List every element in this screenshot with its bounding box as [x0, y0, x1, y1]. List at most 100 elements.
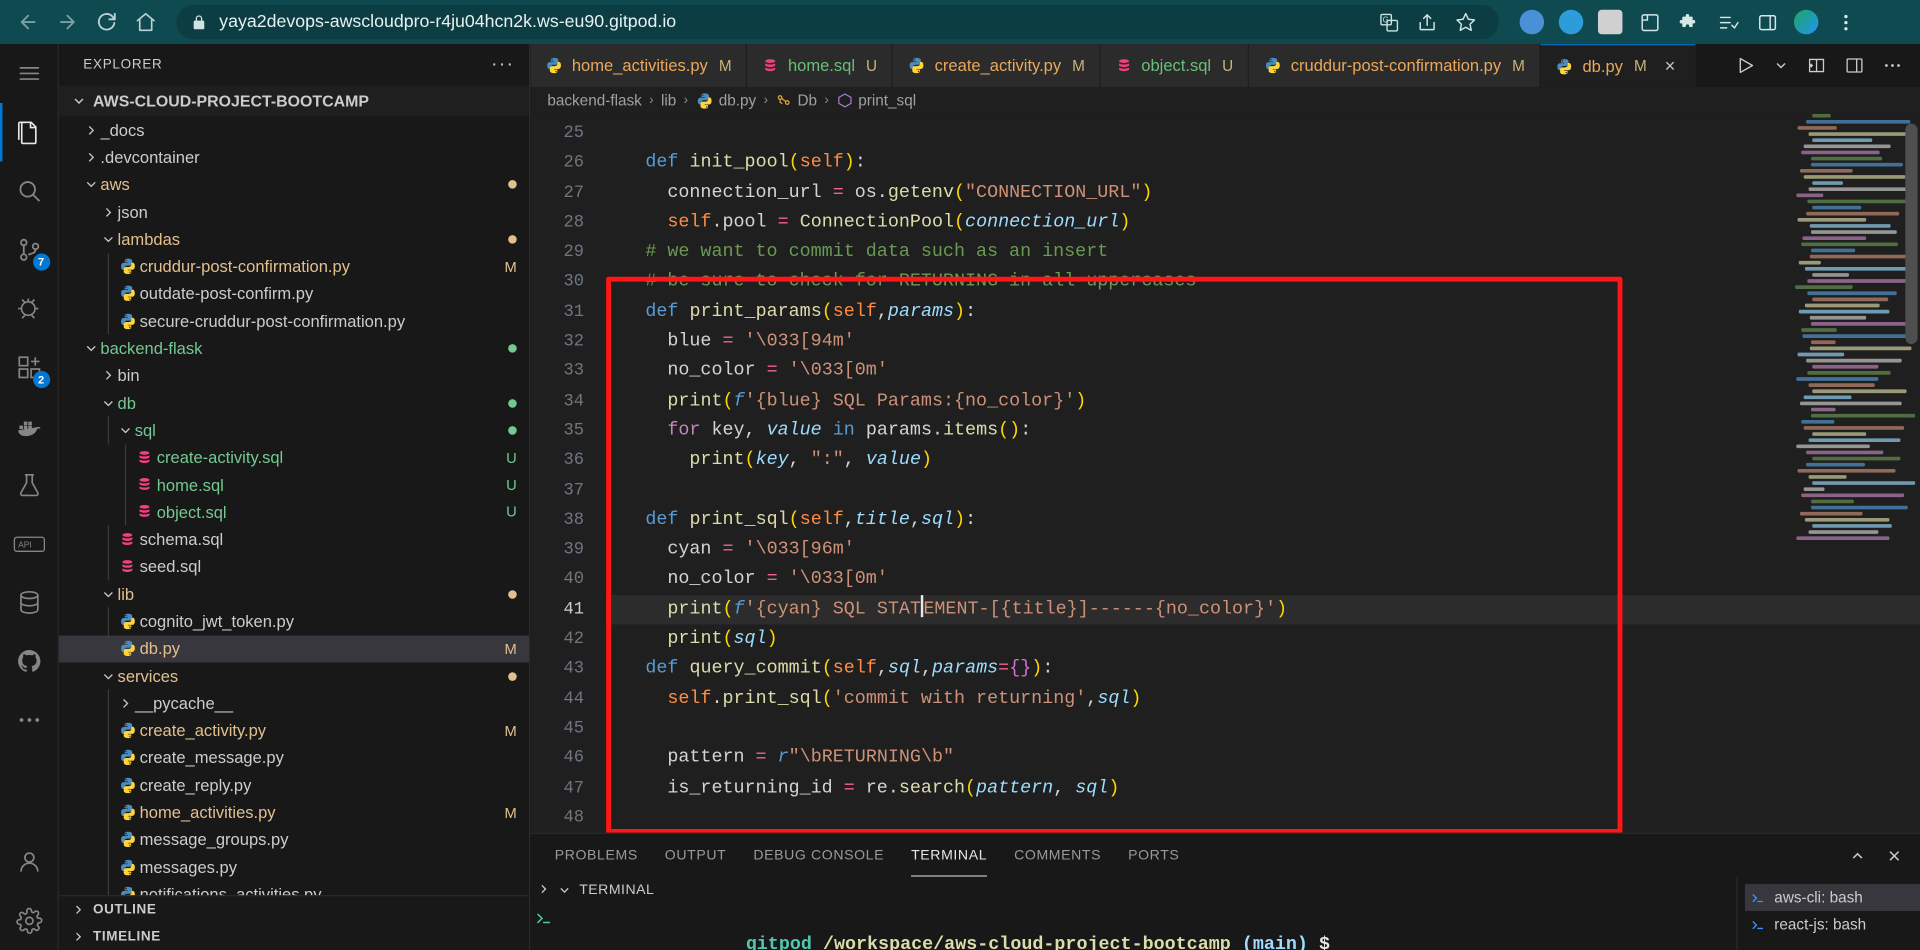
editor-tab[interactable]: db.py M ×	[1540, 44, 1696, 87]
tree-file-row[interactable]: outdate-post-confirm.py	[59, 280, 529, 308]
tree-folder-row[interactable]: db	[59, 389, 529, 416]
breadcrumb-item[interactable]: backend-flask	[547, 92, 641, 109]
code-line[interactable]: print(f'{cyan} SQL STAT EMENT-[{title}]--…	[606, 594, 1920, 625]
address-bar[interactable]: yaya2devops-awscloudpro-r4ju04hcn2k.ws-e…	[176, 4, 1499, 40]
code-line[interactable]: def print_sql(self,title,sql):	[606, 506, 1920, 536]
browser-home-button[interactable]	[127, 4, 164, 41]
activity-item-menu[interactable]	[0, 44, 58, 103]
tree-file-row[interactable]: create-activity.sql U	[59, 443, 529, 472]
chevron-down-icon[interactable]	[557, 883, 572, 898]
code-line[interactable]: print(key, ":", value)	[606, 446, 1920, 476]
breadcrumb-item[interactable]: lib	[661, 92, 676, 109]
tree-file-row[interactable]: seed.sql	[59, 553, 529, 581]
more-actions-icon[interactable]	[1882, 55, 1903, 76]
activity-item-explorer[interactable]	[0, 103, 58, 162]
tab-close-icon[interactable]: ×	[1660, 56, 1680, 77]
tree-folder-row[interactable]: services	[59, 662, 529, 689]
tree-file-row[interactable]: messages.py	[59, 853, 529, 881]
tree-folder-row[interactable]: bin	[59, 362, 529, 389]
panel-tab[interactable]: DEBUG CONSOLE	[753, 834, 884, 877]
code-line[interactable]: def print_params(self,params):	[606, 297, 1920, 327]
code-line[interactable]: no_color = '\033[0m'	[606, 565, 1920, 595]
tree-folder-row[interactable]: lambdas	[59, 226, 529, 253]
tree-file-row[interactable]: create_message.py	[59, 744, 529, 772]
tree-folder-row[interactable]: lib	[59, 580, 529, 607]
browser-reload-button[interactable]	[88, 4, 125, 41]
sidebar-section-outline[interactable]: OUTLINE	[59, 896, 529, 923]
code-lines[interactable]: def init_pool(self): connection_url = os…	[606, 114, 1920, 833]
code-line[interactable]: is_returning_id = re.search(pattern, sql…	[606, 773, 1920, 803]
code-line[interactable]: print(f'{blue} SQL Params:{no_color}')	[606, 387, 1920, 417]
code-line[interactable]: blue = '\033[94m'	[606, 327, 1920, 357]
code-line[interactable]: def init_pool(self):	[606, 149, 1920, 179]
profile-avatar-icon[interactable]	[1790, 6, 1822, 38]
tree-file-row[interactable]: home.sql U	[59, 471, 529, 499]
puzzle-icon[interactable]	[1673, 6, 1705, 38]
terminal-main[interactable]: TERMINAL gitpod /workspace/aws-cloud-pro…	[557, 877, 1736, 950]
tree-file-row[interactable]: secure-cruddur-post-confirmation.py	[59, 307, 529, 335]
translate-icon[interactable]: G	[1379, 12, 1400, 33]
tree-file-row[interactable]: cruddur-post-confirmation.py M	[59, 252, 529, 281]
tree-file-row[interactable]: db.py M	[58, 635, 529, 663]
split-editor-icon[interactable]	[1806, 55, 1827, 76]
extension-icon-3[interactable]	[1594, 6, 1626, 38]
activity-item-rest-client[interactable]: API	[0, 514, 58, 573]
editor-tab[interactable]: home_activities.py M	[530, 44, 748, 87]
star-icon[interactable]	[1455, 11, 1477, 33]
tree-file-row[interactable]: notifications_activities.py	[59, 880, 529, 896]
share-icon[interactable]	[1417, 12, 1438, 33]
run-python-file-icon[interactable]	[1735, 55, 1756, 76]
terminal-list-item[interactable]: react-js: bash	[1745, 911, 1920, 938]
chevron-down-icon[interactable]	[1773, 58, 1789, 74]
browser-back-button[interactable]	[10, 4, 47, 41]
tree-folder-row[interactable]: sql	[59, 416, 529, 444]
code-line[interactable]	[606, 119, 1920, 149]
extension-icon-2[interactable]	[1555, 6, 1587, 38]
extension-icon-1[interactable]	[1516, 6, 1548, 38]
gear-icon[interactable]	[0, 891, 58, 950]
activity-item-docker[interactable]	[0, 397, 58, 456]
code-line[interactable]: no_color = '\033[0m'	[606, 357, 1920, 387]
panel-tab[interactable]: TERMINAL	[911, 834, 987, 877]
tree-file-row[interactable]: create_activity.py M	[59, 717, 529, 745]
reading-list-icon[interactable]	[1712, 6, 1744, 38]
terminal-list-item[interactable]: aws-cli: bash	[1744, 884, 1920, 912]
explorer-more-actions[interactable]: ···	[491, 55, 514, 75]
breadcrumb-item[interactable]: db.py	[695, 91, 756, 109]
editor-tab[interactable]: object.sql U	[1100, 44, 1250, 87]
activity-item-extensions[interactable]: 2	[0, 338, 58, 397]
toggle-panel-icon[interactable]	[1844, 55, 1865, 76]
editor-tab[interactable]: home.sql U	[747, 44, 894, 87]
code-line[interactable]: # we want to commit data such as an inse…	[606, 238, 1920, 268]
code-line[interactable]: pattern = r"\bRETURNING\b"	[606, 744, 1920, 774]
code-line[interactable]: connection_url = os.getenv("CONNECTION_U…	[606, 178, 1920, 208]
panel-tab[interactable]: PROBLEMS	[555, 834, 638, 877]
tree-root-folder[interactable]: AWS-CLOUD-PROJECT-BOOTCAMP	[58, 86, 529, 117]
tree-file-row[interactable]: cognito_jwt_token.py	[59, 607, 529, 636]
code-line[interactable]	[606, 714, 1920, 744]
code-line[interactable]: # be sure to check for RETURNING in all …	[606, 268, 1920, 298]
activity-item-run-and-debug[interactable]	[0, 279, 58, 338]
sidebar-section-timeline[interactable]: TIMELINE	[59, 923, 529, 950]
activity-item-github[interactable]	[0, 632, 58, 691]
activity-item-more-views[interactable]	[0, 691, 58, 750]
terminal-chevron-right-icon[interactable]	[536, 882, 551, 897]
code-line[interactable]: print(sql)	[606, 625, 1920, 655]
tree-file-row[interactable]: schema.sql	[59, 525, 529, 554]
tree-file-row[interactable]: message_groups.py	[59, 826, 529, 854]
close-icon[interactable]	[1886, 847, 1903, 864]
scrollbar-thumb[interactable]	[1905, 123, 1918, 345]
activity-item-testing[interactable]	[0, 456, 58, 515]
activity-item-search[interactable]	[0, 162, 58, 221]
tree-folder-row[interactable]: _docs	[59, 116, 529, 143]
activity-item-source-control[interactable]: 7	[0, 220, 58, 279]
code-line[interactable]	[606, 476, 1920, 506]
code-line[interactable]: self.pool = ConnectionPool(connection_ur…	[606, 208, 1920, 238]
editor-tab[interactable]: create_activity.py M	[893, 44, 1101, 87]
code-line[interactable]: for key, value in params.items():	[606, 416, 1920, 446]
tree-folder-row[interactable]: backend-flask	[59, 335, 529, 362]
editor-scrollbar[interactable]	[1903, 114, 1920, 833]
breadcrumb-item[interactable]: print_sql	[836, 92, 916, 109]
activity-item-database[interactable]	[0, 573, 58, 632]
tree-file-row[interactable]: create_reply.py	[59, 771, 529, 799]
